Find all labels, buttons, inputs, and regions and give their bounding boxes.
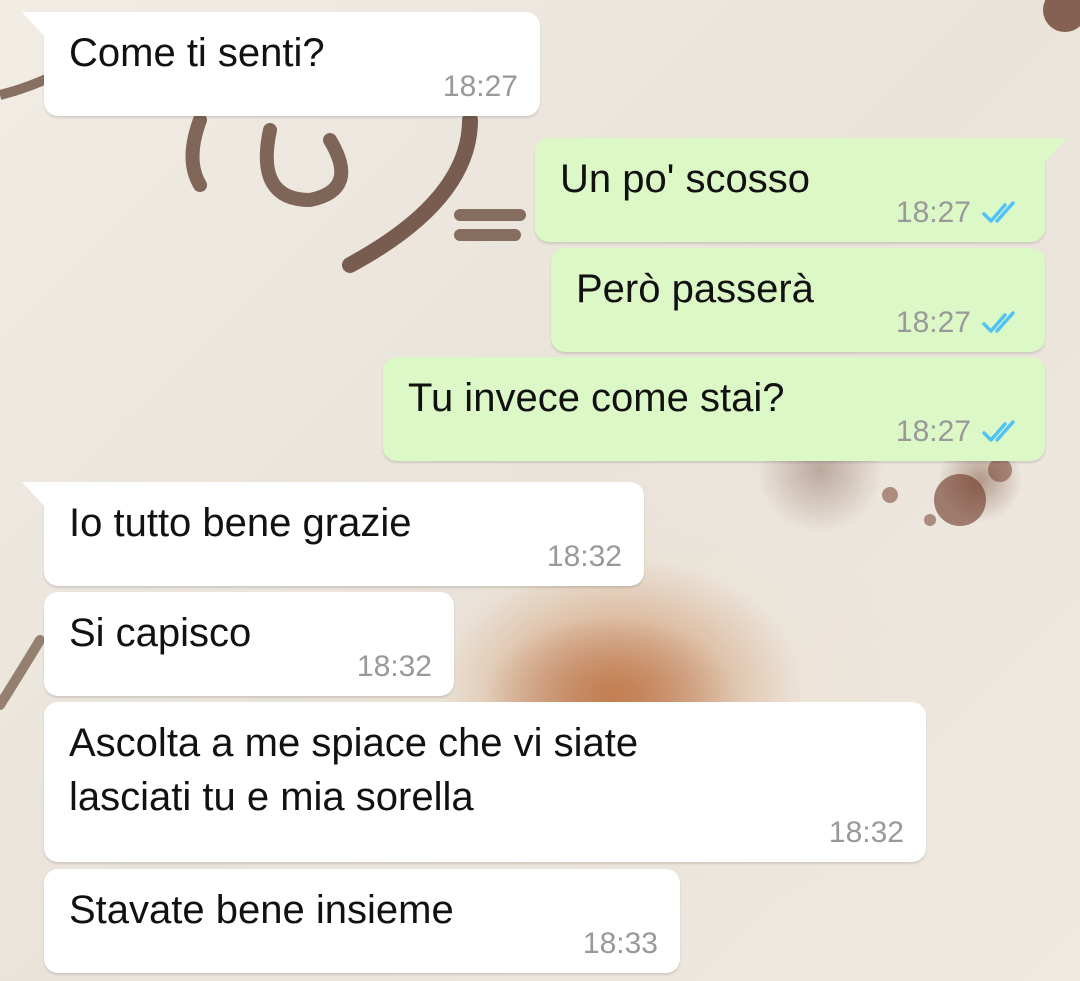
message-timestamp: 18:27 [442,70,518,103]
message-bubble-incoming[interactable]: Come ti senti? 18:27 [22,12,540,116]
message-meta: 18:27 [896,306,1023,340]
message-meta: 18:32 [547,540,622,574]
message-bubble-outgoing[interactable]: Tu invece come stai? 18:27 [383,357,1045,461]
message-text: Si capisco [69,611,252,655]
message-bubble-incoming[interactable]: Si capisco 18:32 [44,592,454,696]
message-timestamp: 18:32 [828,816,904,849]
message-bubble-outgoing[interactable]: Un po' scosso 18:27 [535,138,1067,242]
message-bubble-outgoing[interactable]: Però passerà 18:27 [551,248,1045,352]
message-meta: 18:33 [583,927,658,961]
message-text: Un po' scosso [560,157,810,201]
double-check-icon [982,420,1015,442]
message-timestamp: 18:27 [895,196,971,229]
message-meta: 18:27 [443,70,518,104]
double-check-icon [982,201,1015,223]
message-bubble-incoming[interactable]: Stavate bene insieme 18:33 [44,869,680,973]
message-text: Stavate bene insieme [69,888,454,932]
message-timestamp: 18:27 [895,306,971,339]
message-meta: 18:32 [357,650,432,684]
message-text: Ascolta a me spiace che vi siate lasciat… [69,721,639,819]
message-text: Tu invece come stai? [408,376,785,420]
message-timestamp: 18:33 [582,927,658,960]
message-text: Io tutto bene grazie [69,501,412,545]
message-text: Però passerà [576,267,814,311]
double-check-icon [982,311,1015,333]
message-meta: 18:32 [829,816,904,850]
message-timestamp: 18:32 [356,650,432,683]
message-bubble-incoming[interactable]: Io tutto bene grazie 18:32 [22,482,644,586]
message-meta: 18:27 [896,196,1023,230]
message-timestamp: 18:32 [546,540,622,573]
message-timestamp: 18:27 [895,415,971,448]
message-bubble-incoming[interactable]: Ascolta a me spiace che vi siate lasciat… [44,702,926,862]
message-text: Come ti senti? [69,31,325,75]
message-meta: 18:27 [896,415,1023,449]
